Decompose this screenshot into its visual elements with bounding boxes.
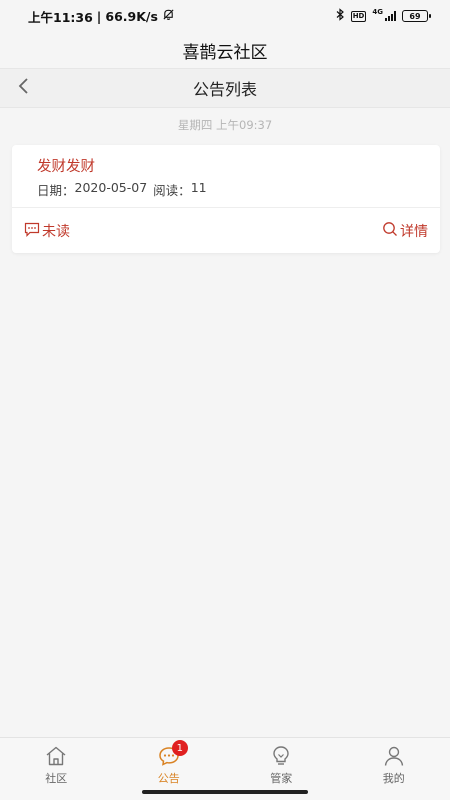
search-icon	[382, 221, 398, 241]
network-type: 4G	[372, 8, 383, 16]
home-indicator[interactable]	[142, 790, 308, 794]
app-title-bar: 喜鹊云社区	[0, 32, 450, 68]
notice-meta: 日期： 2020-05-07 阅读： 11	[37, 180, 207, 199]
mute-bell-icon	[162, 8, 175, 24]
tab-label: 社区	[45, 772, 68, 785]
status-left: 上午11:36 | 66.9K/s	[28, 7, 175, 26]
bluetooth-icon	[336, 8, 345, 24]
notice-reads-label: 阅读：	[153, 183, 191, 198]
chevron-left-icon	[16, 77, 30, 99]
status-separator: |	[96, 8, 102, 24]
status-right: HD 4G 69	[336, 8, 431, 24]
notice-date: 2020-05-07	[74, 180, 148, 195]
battery-icon: 69	[402, 10, 431, 22]
notice-reads: 11	[190, 180, 207, 195]
network-speed: 66.9K/s	[105, 8, 158, 24]
message-timestamp: 星期四 上午09:37	[177, 118, 273, 132]
hd-icon: HD	[350, 10, 367, 22]
lightbulb-icon	[269, 745, 293, 767]
notice-title[interactable]: 发财发财	[37, 155, 95, 176]
detail-label: 详情	[400, 224, 428, 240]
back-button[interactable]	[12, 77, 34, 99]
message-icon	[24, 222, 40, 241]
tab-mine[interactable]: 我的	[338, 738, 450, 800]
home-icon	[44, 745, 68, 767]
tab-label: 管家	[270, 772, 293, 785]
tab-label: 我的	[382, 772, 405, 785]
user-icon	[382, 745, 406, 767]
card-divider	[12, 207, 440, 208]
tab-community[interactable]: 社区	[0, 738, 113, 800]
unread-button[interactable]: 未读	[24, 221, 70, 241]
notice-card[interactable]: 发财发财 日期： 2020-05-07 阅读： 11 未读 详情	[12, 145, 440, 253]
notice-date-label: 日期：	[37, 183, 75, 198]
status-bar: 上午11:36 | 66.9K/s HD 4G 69	[0, 0, 450, 32]
notification-badge: 1	[171, 740, 188, 756]
nav-bar: 公告列表	[0, 68, 450, 108]
detail-button[interactable]: 详情	[382, 221, 428, 241]
tab-label: 公告	[157, 772, 180, 785]
battery-level: 69	[409, 11, 421, 21]
signal-icon	[385, 11, 396, 21]
chat-bubble-icon: 1	[157, 740, 188, 767]
unread-label: 未读	[42, 224, 70, 240]
status-time: 上午11:36	[28, 9, 93, 25]
app-title: 喜鹊云社区	[182, 42, 268, 63]
page-title: 公告列表	[192, 80, 257, 99]
